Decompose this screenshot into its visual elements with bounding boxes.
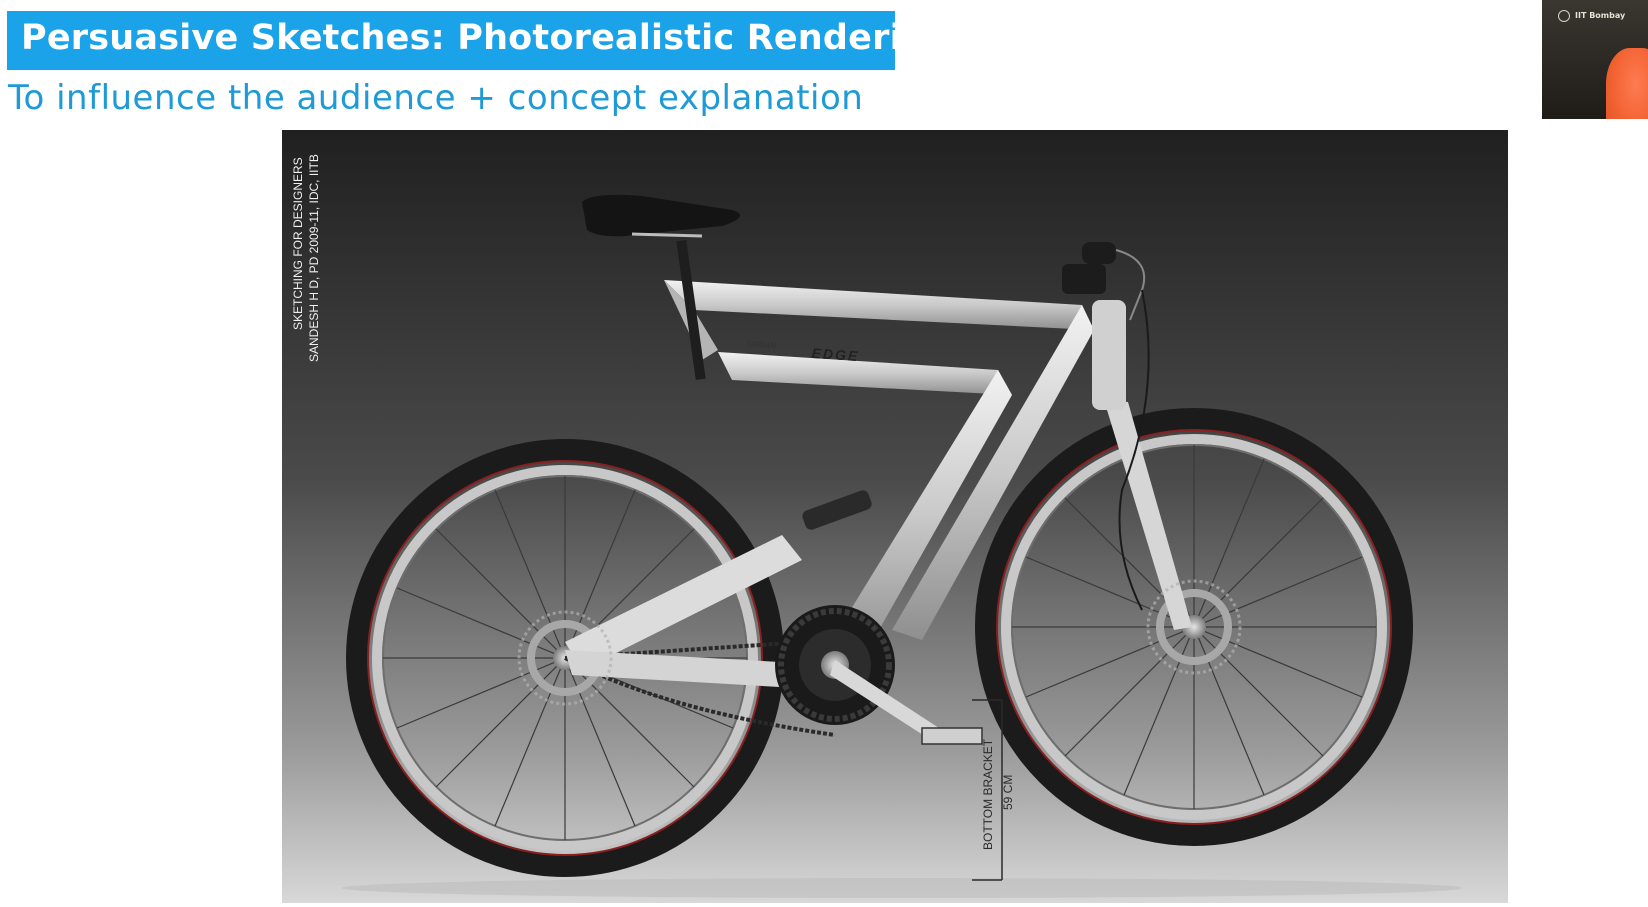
slide-title: Persuasive Sketches: Photorealistic Rend…	[21, 18, 974, 58]
slide-subtitle: To influence the audience + concept expl…	[8, 78, 864, 118]
dimension-value: 59 CM	[1001, 775, 1015, 810]
presenter-figure	[1606, 48, 1648, 119]
presenter-webcam: IIT Bombay	[1542, 0, 1648, 119]
credit-line-1: SKETCHING FOR DESIGNERS	[291, 157, 305, 330]
credit-line-2: SANDESH H D, PD 2009-11, IDC, IITB	[307, 154, 321, 362]
slide: Persuasive Sketches: Photorealistic Rend…	[0, 0, 1648, 907]
front-wheel	[975, 408, 1413, 846]
bicycle-rendering-svg: URBAN EDGE BOTTOM BRACKET 59 CM SKETCHIN…	[282, 130, 1508, 903]
bicycle-rendering-image: URBAN EDGE BOTTOM BRACKET 59 CM SKETCHIN…	[282, 130, 1508, 903]
title-bar: Persuasive Sketches: Photorealistic Rend…	[7, 11, 973, 70]
webcam-label: IIT Bombay	[1575, 11, 1626, 20]
brand-large-text: EDGE	[811, 345, 860, 364]
dimension-label: BOTTOM BRACKET	[981, 738, 995, 850]
iit-bombay-logo-icon	[1558, 10, 1570, 22]
